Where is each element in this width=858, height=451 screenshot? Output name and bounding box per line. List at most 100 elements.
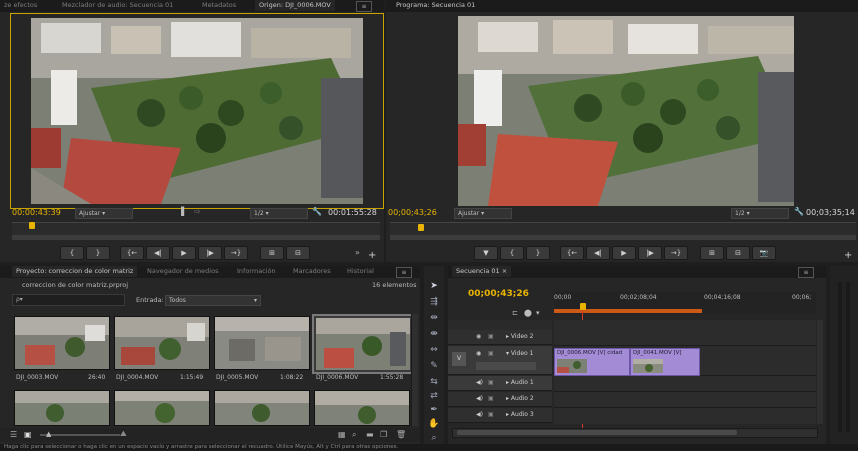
- play-button[interactable]: ▶: [172, 246, 196, 260]
- audio-1-track-header[interactable]: ◀) ▣ ▸ Audio 1: [448, 376, 552, 391]
- track-select-icon[interactable]: ⇶: [428, 296, 440, 308]
- tab-sequence[interactable]: Secuencia 01 ×: [452, 266, 512, 277]
- source-resolution-dropdown[interactable]: 1/2 ▾: [250, 208, 308, 219]
- new-bin-icon[interactable]: ▬: [366, 430, 374, 439]
- timeline-playhead-marker[interactable]: [580, 303, 586, 310]
- tab-source[interactable]: Origen: DJI_0006.MOV: [255, 0, 335, 11]
- source-patch-v[interactable]: V: [452, 352, 466, 366]
- tab-history[interactable]: Historial: [343, 266, 378, 277]
- clip-thumbnail[interactable]: [314, 390, 410, 426]
- tab-project[interactable]: Proyecto: correccion de color matriz: [12, 266, 138, 277]
- new-item-icon[interactable]: ❐: [380, 430, 387, 439]
- extract-button[interactable]: ⊟: [726, 246, 750, 260]
- icon-view-icon[interactable]: ▣: [24, 430, 32, 439]
- project-scrollbar[interactable]: [411, 314, 418, 426]
- zoom-slider-handle-icon[interactable]: ▲: [46, 430, 51, 438]
- tab-effects[interactable]: ze efectos: [0, 0, 41, 11]
- hand-icon[interactable]: ✋: [428, 418, 440, 430]
- selection-tool-icon[interactable]: ➤: [428, 280, 440, 292]
- trash-icon[interactable]: 🗑: [396, 430, 406, 439]
- tab-info[interactable]: Información: [233, 266, 280, 277]
- lock-icon[interactable]: ▣: [488, 395, 494, 402]
- tab-markers[interactable]: Marcadores: [289, 266, 335, 277]
- tab-program[interactable]: Programa: Secuencia 01: [392, 0, 479, 11]
- lock-icon[interactable]: ▣: [488, 350, 494, 357]
- program-play-button[interactable]: ▶: [612, 246, 636, 260]
- video-2-track-header[interactable]: ◉ ▣ ▸ Video 2: [448, 330, 552, 345]
- lock-icon[interactable]: ▣: [488, 411, 494, 418]
- speaker-icon[interactable]: ◀): [476, 395, 483, 402]
- lock-icon[interactable]: ▣: [488, 333, 494, 340]
- program-add-button-icon[interactable]: +: [844, 250, 852, 261]
- source-drag-video-icon[interactable]: ⇨: [194, 207, 201, 216]
- timeline-timecode[interactable]: 00;00;43;26: [468, 289, 529, 299]
- program-fit-dropdown[interactable]: Ajustar ▾: [454, 208, 512, 219]
- go-to-in-button[interactable]: {←: [120, 246, 144, 260]
- program-mark-out-button[interactable]: }: [526, 246, 550, 260]
- program-go-to-in-button[interactable]: {←: [560, 246, 584, 260]
- program-mark-in-button[interactable]: {: [500, 246, 524, 260]
- clip-thumbnail[interactable]: [114, 316, 210, 370]
- source-playhead-marker[interactable]: [29, 222, 35, 229]
- clip-thumbnail-selected[interactable]: [312, 314, 414, 374]
- program-wrench-icon[interactable]: 🔧: [794, 207, 804, 216]
- list-view-icon[interactable]: ☰: [10, 430, 17, 439]
- eye-icon[interactable]: ◉: [476, 350, 481, 357]
- timeline-horizontal-scrollbar[interactable]: [452, 428, 818, 438]
- timeline-clip[interactable]: DJI_0006.MOV [V] cidad: [554, 348, 630, 376]
- project-search-input[interactable]: ρ▾: [12, 294, 125, 306]
- speaker-icon[interactable]: ◀): [476, 411, 483, 418]
- eye-icon[interactable]: ◉: [476, 333, 481, 340]
- clip-thumbnail[interactable]: [114, 390, 210, 426]
- export-frame-button[interactable]: 📷: [752, 246, 776, 260]
- program-step-forward-button[interactable]: |▶: [638, 246, 662, 260]
- source-zoom-bar[interactable]: [12, 235, 380, 240]
- pen-icon[interactable]: ✒: [428, 404, 440, 416]
- timeline-clip[interactable]: DJI_0041.MOV [V]: [630, 348, 700, 376]
- program-time-ruler[interactable]: [390, 222, 856, 235]
- source-settings-icon[interactable]: ▐: [178, 207, 184, 216]
- lift-button[interactable]: ⊞: [700, 246, 724, 260]
- clip-thumbnail[interactable]: [214, 390, 310, 426]
- go-to-out-button[interactable]: →}: [224, 246, 248, 260]
- step-forward-button[interactable]: |▶: [198, 246, 222, 260]
- slide-icon[interactable]: ⇄: [428, 390, 440, 402]
- ripple-edit-icon[interactable]: ⇹: [428, 312, 440, 324]
- more-controls-icon[interactable]: »: [355, 248, 360, 257]
- audio-3-track-header[interactable]: ◀) ▣ ▸ Audio 3: [448, 408, 552, 423]
- program-playhead-marker[interactable]: [418, 224, 424, 231]
- source-fit-dropdown[interactable]: Ajustar ▾: [75, 208, 133, 219]
- insert-button[interactable]: ⊞: [260, 246, 284, 260]
- clip-thumbnail[interactable]: [14, 316, 110, 370]
- snap-icon[interactable]: ⊏: [512, 309, 518, 317]
- zoom-icon[interactable]: ⌕: [428, 432, 440, 444]
- clip-thumbnail[interactable]: [214, 316, 310, 370]
- video-1-track-header[interactable]: V ◉ ▣ ▾ Video 1: [448, 346, 552, 375]
- speaker-icon[interactable]: ◀): [476, 379, 483, 386]
- timeline-ruler[interactable]: 00;00 00;02;08;04 00;04;16;08 00;06;: [554, 292, 816, 314]
- entrada-dropdown[interactable]: Todos ▾: [165, 295, 261, 306]
- slip-icon[interactable]: ⇆: [428, 376, 440, 388]
- step-back-button[interactable]: ◀|: [146, 246, 170, 260]
- automate-icon[interactable]: ▦: [338, 430, 346, 439]
- wrench-icon[interactable]: 🔧: [312, 207, 322, 216]
- tab-media-browser[interactable]: Navegador de medios: [143, 266, 222, 277]
- clip-thumbnail[interactable]: [14, 390, 110, 426]
- project-menu-icon[interactable]: ≡: [396, 267, 412, 278]
- keyframe-controls[interactable]: [476, 362, 536, 370]
- program-step-back-button[interactable]: ◀|: [586, 246, 610, 260]
- tab-menu-icon[interactable]: ≡: [356, 1, 372, 12]
- razor-icon[interactable]: ✎: [428, 360, 440, 372]
- tab-audio-mixer[interactable]: Mezclador de audio: Secuencia 01: [58, 0, 177, 11]
- find-icon[interactable]: ⌕: [352, 430, 356, 440]
- program-go-to-out-button[interactable]: →}: [664, 246, 688, 260]
- timeline-vertical-scrollbar[interactable]: [817, 320, 823, 424]
- source-timecode[interactable]: 00:00:43:39: [12, 208, 61, 217]
- rate-stretch-icon[interactable]: ⇔: [428, 344, 440, 356]
- zoom-slider[interactable]: [40, 434, 120, 436]
- scroll-thumb[interactable]: [457, 430, 737, 435]
- add-marker-icon[interactable]: ▾: [536, 309, 540, 317]
- mark-in-button[interactable]: {: [60, 246, 84, 260]
- work-area-bar[interactable]: [554, 309, 702, 313]
- marker-icon[interactable]: ⬤: [524, 309, 532, 317]
